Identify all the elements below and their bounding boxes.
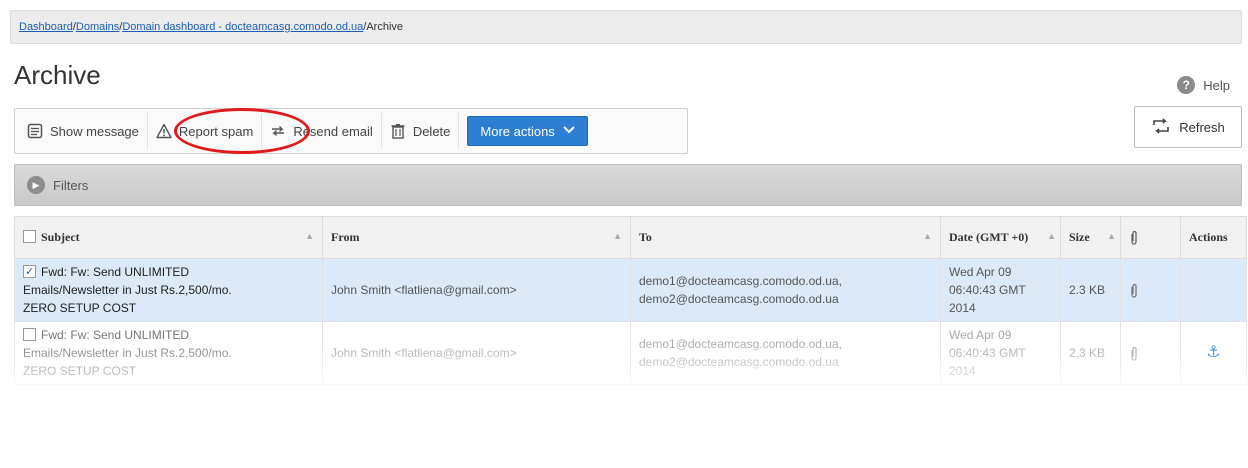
report-spam-label: Report spam bbox=[178, 123, 254, 139]
actions-header-label: Actions bbox=[1189, 230, 1228, 244]
report-spam-button[interactable]: Report spam bbox=[148, 113, 263, 149]
delete-label: Delete bbox=[412, 123, 451, 139]
date-line: Wed Apr 09 bbox=[949, 328, 1012, 342]
refresh-icon bbox=[1151, 117, 1171, 138]
to-header-label: To bbox=[639, 230, 652, 244]
row-actions: ⚓ bbox=[1180, 321, 1247, 385]
to-address: demo2@docteamcasg.comodo.od.ua bbox=[639, 292, 839, 306]
row-from: John Smith <flatliena@gmail.com> bbox=[322, 321, 631, 385]
anchor-icon[interactable]: ⚓ bbox=[1206, 344, 1220, 361]
size-header-label: Size bbox=[1069, 230, 1090, 244]
resend-email-label: Resend email bbox=[293, 123, 373, 139]
filters-panel-toggle[interactable]: ▶ Filters bbox=[14, 164, 1242, 206]
select-all-checkbox[interactable] bbox=[23, 230, 36, 243]
help-link[interactable]: ? Help bbox=[1177, 76, 1230, 94]
date-line: 06:40:43 GMT bbox=[949, 283, 1026, 297]
resend-icon bbox=[270, 123, 286, 139]
breadcrumb-current: Archive bbox=[366, 21, 404, 33]
subject-header-label: Subject bbox=[41, 230, 80, 244]
filter-toggle-icon: ▶ bbox=[27, 176, 45, 194]
row-attachment bbox=[1120, 321, 1181, 385]
column-header-to[interactable]: To ▲ bbox=[630, 216, 941, 259]
date-line: Wed Apr 09 bbox=[949, 265, 1012, 279]
show-message-button[interactable]: Show message bbox=[19, 113, 148, 149]
column-header-size[interactable]: Size ▲ bbox=[1060, 216, 1121, 259]
paperclip-icon bbox=[1129, 283, 1139, 298]
table-row[interactable]: Fwd: Fw: Send UNLIMITED Emails/Newslette… bbox=[14, 321, 1247, 385]
row-attachment bbox=[1120, 258, 1181, 322]
row-size: 2.3 KB bbox=[1060, 321, 1121, 385]
sort-icon: ▲ bbox=[923, 231, 932, 241]
date-line: 2014 bbox=[949, 364, 976, 378]
row-subject: Fwd: Fw: Send UNLIMITED Emails/Newslette… bbox=[14, 321, 323, 385]
row-to: demo1@docteamcasg.comodo.od.ua, demo2@do… bbox=[630, 258, 941, 322]
resend-email-button[interactable]: Resend email bbox=[262, 113, 382, 149]
subject-line: Fwd: Fw: Send UNLIMITED bbox=[41, 328, 190, 342]
more-actions-label: More actions bbox=[480, 123, 555, 139]
row-size: 2.3 KB bbox=[1060, 258, 1121, 322]
date-line: 2014 bbox=[949, 301, 976, 315]
message-icon bbox=[27, 123, 43, 139]
help-label: Help bbox=[1203, 77, 1230, 93]
row-date: Wed Apr 09 06:40:43 GMT 2014 bbox=[940, 258, 1061, 322]
archive-table: Subject ▲ From ▲ To ▲ Date (GMT +0) ▲ Size ▲ … bbox=[14, 216, 1247, 385]
date-header-label: Date (GMT +0) bbox=[949, 230, 1029, 244]
row-checkbox[interactable] bbox=[23, 263, 36, 281]
sort-icon: ▲ bbox=[1107, 231, 1116, 241]
filters-label: Filters bbox=[53, 177, 89, 193]
column-header-actions: Actions bbox=[1180, 216, 1247, 259]
to-address: demo1@docteamcasg.comodo.od.ua, bbox=[639, 337, 842, 351]
breadcrumb-dashboard[interactable]: Dashboard bbox=[19, 21, 73, 33]
chevron-down-icon bbox=[563, 125, 575, 137]
delete-button[interactable]: Delete bbox=[382, 113, 460, 149]
help-icon: ? bbox=[1177, 76, 1196, 94]
column-header-subject[interactable]: Subject ▲ bbox=[14, 216, 323, 259]
column-header-from[interactable]: From ▲ bbox=[322, 216, 631, 259]
subject-line: Emails/Newsletter in Just Rs.2,500/mo. bbox=[23, 346, 232, 360]
breadcrumb-domains[interactable]: Domains bbox=[76, 21, 119, 33]
subject-line: ZERO SETUP COST bbox=[23, 301, 137, 315]
to-address: demo2@docteamcasg.comodo.od.ua bbox=[639, 355, 839, 369]
paperclip-icon bbox=[1129, 346, 1139, 361]
warning-icon bbox=[156, 123, 172, 139]
row-from: John Smith <flatliena@gmail.com> bbox=[322, 258, 631, 322]
trash-icon bbox=[390, 123, 406, 139]
column-header-date[interactable]: Date (GMT +0) ▲ bbox=[940, 216, 1061, 259]
to-address: demo1@docteamcasg.comodo.od.ua, bbox=[639, 274, 842, 288]
row-actions bbox=[1180, 258, 1247, 322]
subject-line: ZERO SETUP COST bbox=[23, 364, 137, 378]
row-to: demo1@docteamcasg.comodo.od.ua, demo2@do… bbox=[630, 321, 941, 385]
refresh-label: Refresh bbox=[1179, 119, 1225, 135]
action-toolbar: Show message Report spam Resend email De… bbox=[14, 108, 688, 154]
date-line: 06:40:43 GMT bbox=[949, 346, 1026, 360]
subject-line: Emails/Newsletter in Just Rs.2,500/mo. bbox=[23, 283, 232, 297]
sort-icon: ▲ bbox=[613, 231, 622, 241]
sort-icon: ▲ bbox=[305, 231, 314, 241]
breadcrumb-domain-dashboard[interactable]: Domain dashboard - docteamcasg.comodo.od… bbox=[122, 21, 363, 33]
paperclip-icon bbox=[1129, 229, 1139, 245]
refresh-button[interactable]: Refresh bbox=[1134, 106, 1242, 148]
page-title: Archive bbox=[14, 60, 101, 90]
show-message-label: Show message bbox=[50, 123, 139, 139]
subject-line: Fwd: Fw: Send UNLIMITED bbox=[41, 265, 190, 279]
sort-icon: ▲ bbox=[1047, 231, 1056, 241]
table-row[interactable]: Fwd: Fw: Send UNLIMITED Emails/Newslette… bbox=[14, 258, 1247, 322]
row-checkbox[interactable] bbox=[23, 328, 36, 341]
row-subject: Fwd: Fw: Send UNLIMITED Emails/Newslette… bbox=[14, 258, 323, 322]
row-date: Wed Apr 09 06:40:43 GMT 2014 bbox=[940, 321, 1061, 385]
more-actions-button[interactable]: More actions bbox=[467, 116, 588, 146]
column-header-attachment bbox=[1120, 216, 1181, 259]
breadcrumb: Dashboard/Domains/Domain dashboard - doc… bbox=[10, 10, 1242, 44]
from-header-label: From bbox=[331, 230, 360, 244]
